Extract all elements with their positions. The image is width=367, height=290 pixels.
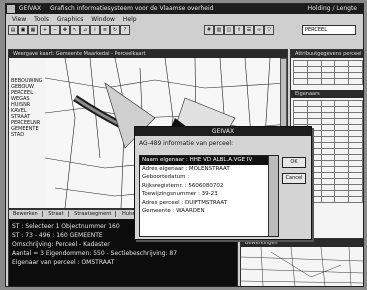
info-line[interactable]: Adres perceel : DUIFTMSTRAAT [140, 199, 278, 208]
save-icon[interactable]: ▣ [18, 25, 28, 35]
tab-straatsegment[interactable]: Straatsegment [70, 211, 117, 217]
owners-panel-title: Eigenaars [291, 90, 363, 98]
cancel-button[interactable]: Cancel [282, 173, 306, 184]
link-icon[interactable]: ∞ [254, 25, 264, 35]
attribute-panel-title: Attribuutgegevens perceel [291, 50, 363, 58]
console-line: Omschrijving: Perceel - Kadaster [12, 241, 110, 248]
info-line[interactable]: Naam eigenaar : HHE VD ALBL.A.VGE IV [140, 156, 278, 165]
layer-select[interactable]: PERCEEL [302, 25, 356, 35]
info-icon[interactable]: i [90, 25, 100, 35]
screen-frame: GEIVAX Grafisch informatiesysteem voor d… [0, 0, 367, 290]
info-line[interactable]: Geboortedatum : [140, 173, 278, 182]
dialog-title: GEIVAX [135, 127, 311, 136]
edit-panel-title: Bewerkingen [241, 239, 363, 247]
system-menu-icon[interactable] [7, 5, 15, 13]
print-icon[interactable]: ▦ [28, 25, 38, 35]
layers-icon[interactable]: ≡ [100, 25, 110, 35]
info-line[interactable]: Adres eigenaar : MOLENSTRAAT [140, 165, 278, 174]
parcel-info-dialog: GEIVAX AG-489 informatie van perceel: Na… [134, 126, 312, 240]
layer-item[interactable]: STAD [9, 132, 39, 138]
measure-icon[interactable]: ⊿ [80, 25, 90, 35]
window-title-right: Holding / Lengte [307, 5, 357, 12]
app-window: GEIVAX Grafisch informatiesysteem voor d… [5, 3, 364, 287]
export-icon[interactable]: ⇪ [234, 25, 244, 35]
tab-bewerken[interactable]: Bewerken [9, 211, 43, 217]
menu-graphics[interactable]: Graphics [57, 16, 84, 23]
menu-view[interactable]: View [12, 16, 26, 23]
info-line[interactable]: Toewijzingsnummer : 39-23 [140, 190, 278, 199]
filter-icon[interactable]: ▽ [264, 25, 274, 35]
refresh-icon[interactable]: ↻ [110, 25, 120, 35]
info-list-scrollbar[interactable] [268, 156, 278, 236]
pan-icon[interactable]: ✥ [60, 25, 70, 35]
title-bar: GEIVAX Grafisch informatiesysteem voor d… [6, 4, 363, 14]
console-line: Eigenaar van perceel : OMSTRAAT [12, 259, 115, 266]
select-icon[interactable]: ↖ [70, 25, 80, 35]
menu-bar: View Tools Graphics Window Help [6, 15, 363, 24]
toolbar: ▤ ▣ ▦ + − ✥ ↖ ⊿ i ≡ ↻ ? # ▥ ◫ ⇪ ☰ ∞ ▽ PE… [6, 24, 363, 35]
attribute-icon[interactable]: ☰ [244, 25, 254, 35]
tab-straat[interactable]: Straat [44, 211, 69, 217]
query-icon[interactable]: ? [120, 25, 130, 35]
edit-canvas[interactable] [241, 247, 363, 286]
info-line[interactable]: Rijksregisternr. : 5606080702 [140, 182, 278, 191]
table-icon[interactable]: ▥ [214, 25, 224, 35]
open-icon[interactable]: ▤ [8, 25, 18, 35]
map-panel-title: Weergave kaart: Gemeente Maarkedal - Per… [9, 50, 287, 58]
parcel-info-list[interactable]: Naam eigenaar : HHE VD ALBL.A.VGE IV Adr… [139, 155, 279, 237]
edit-panel: Bewerkingen [240, 238, 363, 286]
zoom-out-icon[interactable]: − [50, 25, 60, 35]
dialog-heading: AG-489 informatie van perceel: [139, 140, 234, 147]
attribute-grid-top [293, 60, 363, 85]
chart-icon[interactable]: ◫ [224, 25, 234, 35]
menu-tools[interactable]: Tools [34, 16, 49, 23]
grid-icon[interactable]: # [204, 25, 214, 35]
layer-list: BEBOUWING GEBOUW PERCEEL WEGAS HUISNR KA… [9, 78, 43, 138]
window-title-app: GEIVAX [18, 5, 42, 12]
menu-help[interactable]: Help [123, 16, 137, 23]
window-title: Grafisch informatiesysteem voor de Vlaam… [50, 5, 214, 12]
menu-window[interactable]: Window [91, 16, 115, 23]
info-line[interactable]: Gemeente : WAARDEN [140, 207, 278, 216]
console-line: Aantal = 3 Eigendommen: 550 - Sectiebesc… [12, 250, 178, 257]
ok-button[interactable]: OK [282, 157, 306, 168]
zoom-in-icon[interactable]: + [40, 25, 50, 35]
